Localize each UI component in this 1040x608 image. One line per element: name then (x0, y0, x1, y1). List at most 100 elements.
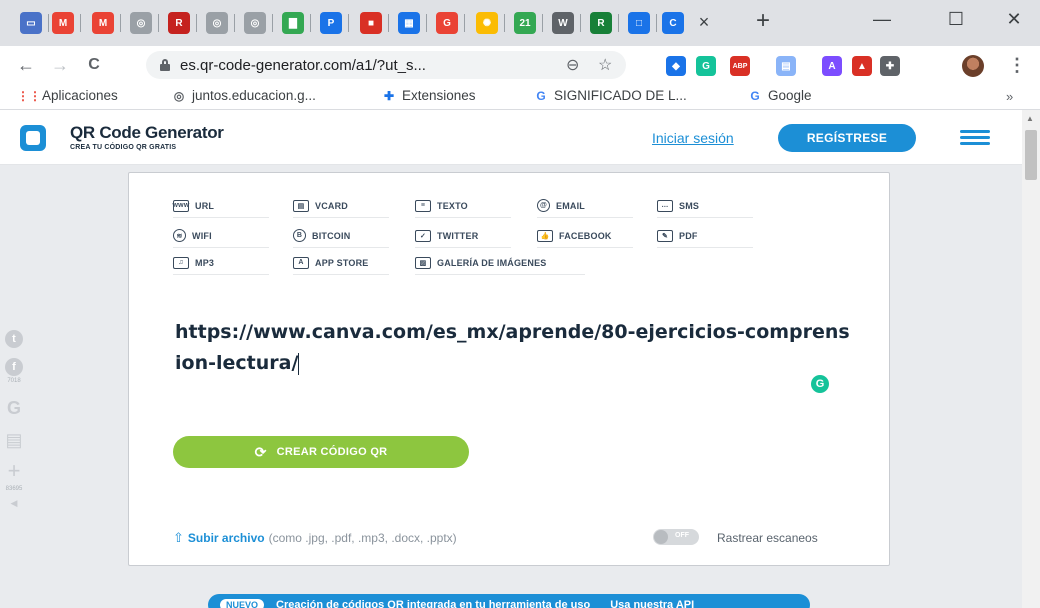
pr-site-favicon-icon[interactable]: R (590, 12, 612, 34)
back-button[interactable]: ← (14, 54, 38, 76)
address-bar-url[interactable]: es.qr-code-generator.com/a1/?ut_s... (180, 57, 426, 74)
bookmark-item[interactable]: G Google (748, 88, 811, 103)
sms-icon: … (657, 199, 673, 212)
canva-favicon-icon[interactable]: C (662, 12, 684, 34)
collapse-sidebar-icon[interactable]: ◀ (4, 498, 24, 509)
login-link[interactable]: Iniciar sesión (652, 130, 734, 146)
gmail-104-favicon-icon[interactable]: M (52, 12, 74, 34)
tab-separator (580, 14, 581, 32)
tab-separator (48, 14, 49, 32)
bookmarks-overflow-icon[interactable]: » (1006, 89, 1013, 104)
colorful-site-favicon-icon[interactable]: ✺ (476, 12, 498, 34)
reload-button[interactable]: C (82, 54, 106, 76)
a-extension-icon[interactable]: A (822, 56, 842, 76)
21-site-favicon-icon[interactable]: 21 (514, 12, 536, 34)
email-icon: @ (537, 199, 550, 212)
qr-type-url[interactable]: www URL (173, 194, 269, 218)
url-input[interactable]: https://www.canva.com/es_mx/aprende/80-e… (175, 317, 855, 379)
tab-separator (158, 14, 159, 32)
bookmark-item[interactable]: ◎ juntos.educacion.g... (172, 88, 316, 103)
upload-file-link[interactable]: Subir archivo (188, 531, 265, 545)
bookmark-item[interactable]: ⋮⋮ Aplicaciones (17, 88, 118, 103)
logo-title[interactable]: QR Code Generator (70, 123, 224, 143)
api-cta-link[interactable]: Usa nuestra API (610, 599, 694, 608)
forward-button[interactable]: → (48, 54, 72, 76)
new-tab-button[interactable]: + (750, 7, 776, 34)
profile-avatar[interactable] (962, 55, 984, 77)
window-maximize-button[interactable]: ☐ (936, 4, 976, 34)
classroom-favicon-icon[interactable]: ▭ (20, 12, 42, 34)
qr-type-label: BITCOIN (312, 230, 351, 241)
scroll-up-icon[interactable]: ▲ (1026, 114, 1034, 123)
qr-type-texto[interactable]: ≡ TEXTO (415, 194, 511, 218)
lock-icon[interactable] (160, 59, 170, 71)
globe-favicon-icon[interactable]: ◎ (130, 12, 152, 34)
more-share-icon[interactable]: + (4, 458, 24, 484)
g-red-site-favicon-icon[interactable]: G (436, 12, 458, 34)
bookmark-item[interactable]: ✚ Extensiones (382, 88, 476, 103)
docs-extension-icon[interactable]: ▤ (776, 56, 796, 76)
tab-separator (272, 14, 273, 32)
page-scrollbar[interactable]: ▲ (1022, 110, 1040, 608)
globe-favicon-icon[interactable]: ◎ (244, 12, 266, 34)
r-site-favicon-icon[interactable]: R (168, 12, 190, 34)
wikipedia-favicon-icon[interactable]: W (552, 12, 574, 34)
bookmarks-bar: ⋮⋮ Aplicaciones ◎ juntos.educacion.g... ✚ Ext… (0, 84, 1040, 110)
print-icon[interactable]: ▤ (4, 430, 24, 451)
bookmark-item[interactable]: G SIGNIFICADO DE L... (534, 88, 686, 103)
bookmark-star-icon[interactable]: ☆ (598, 55, 612, 75)
qr-type-app-store[interactable]: A APP STORE (293, 251, 389, 275)
wifi-icon: ≋ (173, 229, 186, 242)
cap-extension-icon[interactable]: ◆ (666, 56, 686, 76)
abp-extension-icon[interactable]: ABP (730, 56, 750, 76)
qr-type-email[interactable]: @ EMAIL (537, 194, 633, 218)
create-qr-button[interactable]: ⟳ CREAR CÓDIGO QR (173, 436, 469, 468)
upload-icon[interactable]: ⇧ (173, 530, 184, 546)
qr-generator-card: www URL ▤ VCARD ≡ TEXTO @ EMAIL … SMS ≋ WIFI B BITCOI… (128, 172, 890, 566)
site-header: QR Code Generator CREA TU CÓDIGO QR GRAT… (0, 110, 1022, 165)
twitter-share-button[interactable]: t (4, 330, 24, 348)
scrollbar-thumb[interactable] (1025, 130, 1037, 180)
p-site-favicon-icon[interactable]: P (320, 12, 342, 34)
hamburger-menu-icon[interactable] (960, 130, 990, 146)
grammarly-icon[interactable]: G (811, 375, 829, 393)
tracking-toggle[interactable]: OFF (653, 529, 699, 545)
google-share-icon[interactable]: G (4, 398, 24, 419)
facebook-icon: f (5, 358, 23, 376)
qr-type-galería-de-imágenes[interactable]: ▨ GALERÍA DE IMÁGENES (415, 251, 585, 275)
zoom-icon[interactable]: ⊖ (566, 55, 579, 75)
banner-text: Creación de códigos QR integrada en tu h… (276, 599, 591, 608)
window-close-button[interactable]: ✕ (994, 4, 1034, 34)
blue-square-site-favicon-icon[interactable]: □ (628, 12, 650, 34)
qr-type-label: URL (195, 200, 215, 211)
address-bar[interactable]: es.qr-code-generator.com/a1/?ut_s... ⊖ ☆ (146, 51, 626, 79)
red-site-favicon-icon[interactable]: ■ (360, 12, 382, 34)
qr-type-label: WIFI (192, 230, 212, 241)
qr-type-bitcoin[interactable]: B BITCOIN (293, 224, 389, 248)
browser-menu-icon[interactable]: ⋮ (1008, 55, 1026, 76)
api-promo-banner[interactable]: NUEVO Creación de códigos QR integrada e… (208, 594, 810, 608)
gmail-favicon-icon[interactable]: M (92, 12, 114, 34)
qr-type-facebook[interactable]: 👍 FACEBOOK (537, 224, 633, 248)
globe-favicon-icon[interactable]: ◎ (206, 12, 228, 34)
qr-type-mp3[interactable]: ♫ MP3 (173, 251, 269, 275)
qr-type-pdf[interactable]: ✎ PDF (657, 224, 753, 248)
window-minimize-button[interactable]: — (862, 4, 902, 34)
facebook-share-button[interactable]: f 7018 (4, 358, 24, 384)
tracking-label: Rastrear escaneos (717, 531, 818, 545)
url-input-value[interactable]: https://www.canva.com/es_mx/aprende/80-e… (175, 321, 850, 374)
qr-type-wifi[interactable]: ≋ WIFI (173, 224, 269, 248)
tab-close-icon[interactable]: × (692, 10, 716, 34)
register-button[interactable]: REGÍSTRESE (778, 124, 916, 152)
blue-site-favicon-icon[interactable]: ▦ (398, 12, 420, 34)
qr-type-vcard[interactable]: ▤ VCARD (293, 194, 389, 218)
upload-file: ⇧ Subir archivo (como .jpg, .pdf, .mp3, … (173, 530, 457, 546)
puzzle-extension-icon[interactable]: ✚ (880, 56, 900, 76)
qr-type-sms[interactable]: … SMS (657, 194, 753, 218)
grammarly-extension-icon[interactable]: G (696, 56, 716, 76)
tab-separator (120, 14, 121, 32)
chart-site-favicon-icon[interactable]: ▇ (282, 12, 304, 34)
qr-logo-icon[interactable] (20, 125, 46, 151)
qr-type-twitter[interactable]: ✓ TWITTER (415, 224, 511, 248)
red-extension-icon[interactable]: ▲ (852, 56, 872, 76)
